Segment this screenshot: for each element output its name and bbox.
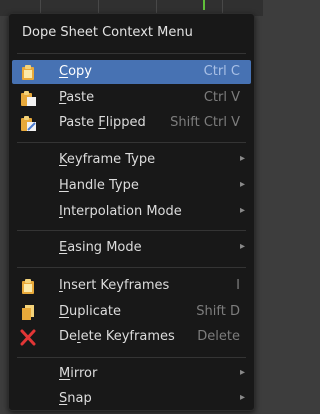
submenu-arrow-icon: ▸: [239, 179, 245, 190]
menu-item-label: Mirror: [59, 366, 98, 381]
submenu-arrow-icon: ▸: [239, 153, 245, 164]
shortcut-label: Ctrl V: [203, 90, 240, 105]
menu-item-insert-keyframes[interactable]: Insert Keyframes I: [12, 274, 251, 298]
menu-item-handle-type[interactable]: Handle Type ▸: [12, 174, 251, 198]
menu-item-label: Delete Keyframes: [59, 329, 175, 344]
submenu-arrow-icon: ▸: [239, 392, 245, 403]
menu-item-delete-keyframes[interactable]: Delete Keyframes Delete: [12, 325, 251, 349]
menu-item-snap[interactable]: Snap ▸: [12, 387, 251, 411]
menu-separator: [17, 230, 246, 231]
paste-flipped-icon: [19, 115, 37, 132]
menu-item-label: Paste: [59, 90, 95, 105]
dope-sheet-context-menu: Dope Sheet Context Menu Copy Ctrl C Past…: [8, 13, 255, 411]
submenu-arrow-icon: ▸: [239, 205, 245, 216]
menu-item-mirror[interactable]: Mirror ▸: [12, 362, 251, 386]
menu-item-duplicate[interactable]: Duplicate Shift D: [12, 300, 251, 324]
menu-item-paste[interactable]: Paste Ctrl V: [12, 86, 251, 110]
menu-item-label: Interpolation Mode: [59, 204, 182, 219]
menu-item-keyframe-type[interactable]: Keyframe Type ▸: [12, 148, 251, 172]
menu-item-label: Keyframe Type: [59, 152, 156, 167]
playhead-marker: [203, 0, 205, 10]
menu-item-interpolation-mode[interactable]: Interpolation Mode ▸: [12, 200, 251, 224]
shortcut-label: Delete: [197, 329, 240, 344]
submenu-arrow-icon: ▸: [239, 241, 245, 252]
menu-item-label: Paste Flipped: [59, 115, 146, 130]
menu-item-label: Easing Mode: [59, 240, 142, 255]
shortcut-label: Ctrl C: [203, 64, 240, 79]
menu-separator: [17, 267, 246, 268]
menu-item-label: Duplicate: [59, 304, 121, 319]
paste-clipboard-icon: [19, 90, 37, 107]
insert-keyframes-icon: [19, 278, 37, 295]
menu-separator: [17, 142, 246, 143]
menu-item-copy[interactable]: Copy Ctrl C: [12, 60, 251, 84]
menu-separator: [17, 357, 246, 358]
menu-item-label: Copy: [59, 64, 92, 79]
shortcut-label: Shift D: [196, 304, 240, 319]
menu-separator: [17, 53, 246, 54]
menu-item-label: Snap: [59, 391, 92, 406]
menu-item-label: Insert Keyframes: [59, 278, 170, 293]
delete-x-icon: [19, 329, 37, 346]
duplicate-icon: [19, 304, 37, 321]
menu-item-label: Handle Type: [59, 178, 139, 193]
menu-title: Dope Sheet Context Menu: [22, 25, 193, 40]
menu-item-paste-flipped[interactable]: Paste Flipped Shift Ctrl V: [12, 111, 251, 135]
shortcut-label: Shift Ctrl V: [170, 115, 240, 130]
submenu-arrow-icon: ▸: [239, 367, 245, 378]
copy-clipboard-icon: [19, 64, 37, 81]
menu-item-easing-mode[interactable]: Easing Mode ▸: [12, 236, 251, 260]
shortcut-label: I: [236, 278, 240, 293]
